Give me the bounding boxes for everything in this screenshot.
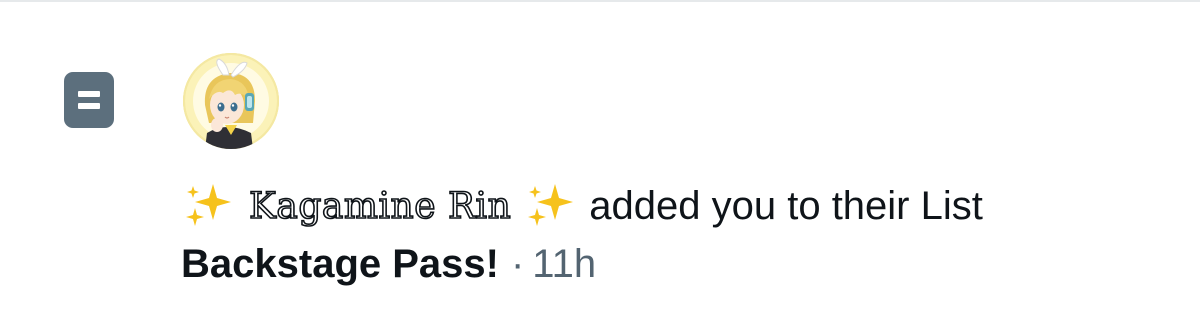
list-name-link[interactable]: Backstage Pass! xyxy=(181,242,499,287)
list-icon xyxy=(64,72,114,128)
timestamp: 11h xyxy=(532,242,597,286)
sparkles-icon xyxy=(525,182,577,230)
list-added-notification[interactable]: Kagamine Rin added you to their List Bac… xyxy=(0,0,1200,310)
separator-dot: · xyxy=(510,242,525,286)
sparkles-icon xyxy=(183,182,235,230)
action-text: added you to their List xyxy=(589,183,983,228)
user-display-name[interactable]: Kagamine Rin xyxy=(248,185,511,228)
avatar-image xyxy=(185,55,277,149)
list-info-line: Backstage Pass! · 11h xyxy=(181,242,596,287)
avatar[interactable] xyxy=(183,53,279,149)
notification-text-line: Kagamine Rin added you to their List xyxy=(183,182,983,230)
